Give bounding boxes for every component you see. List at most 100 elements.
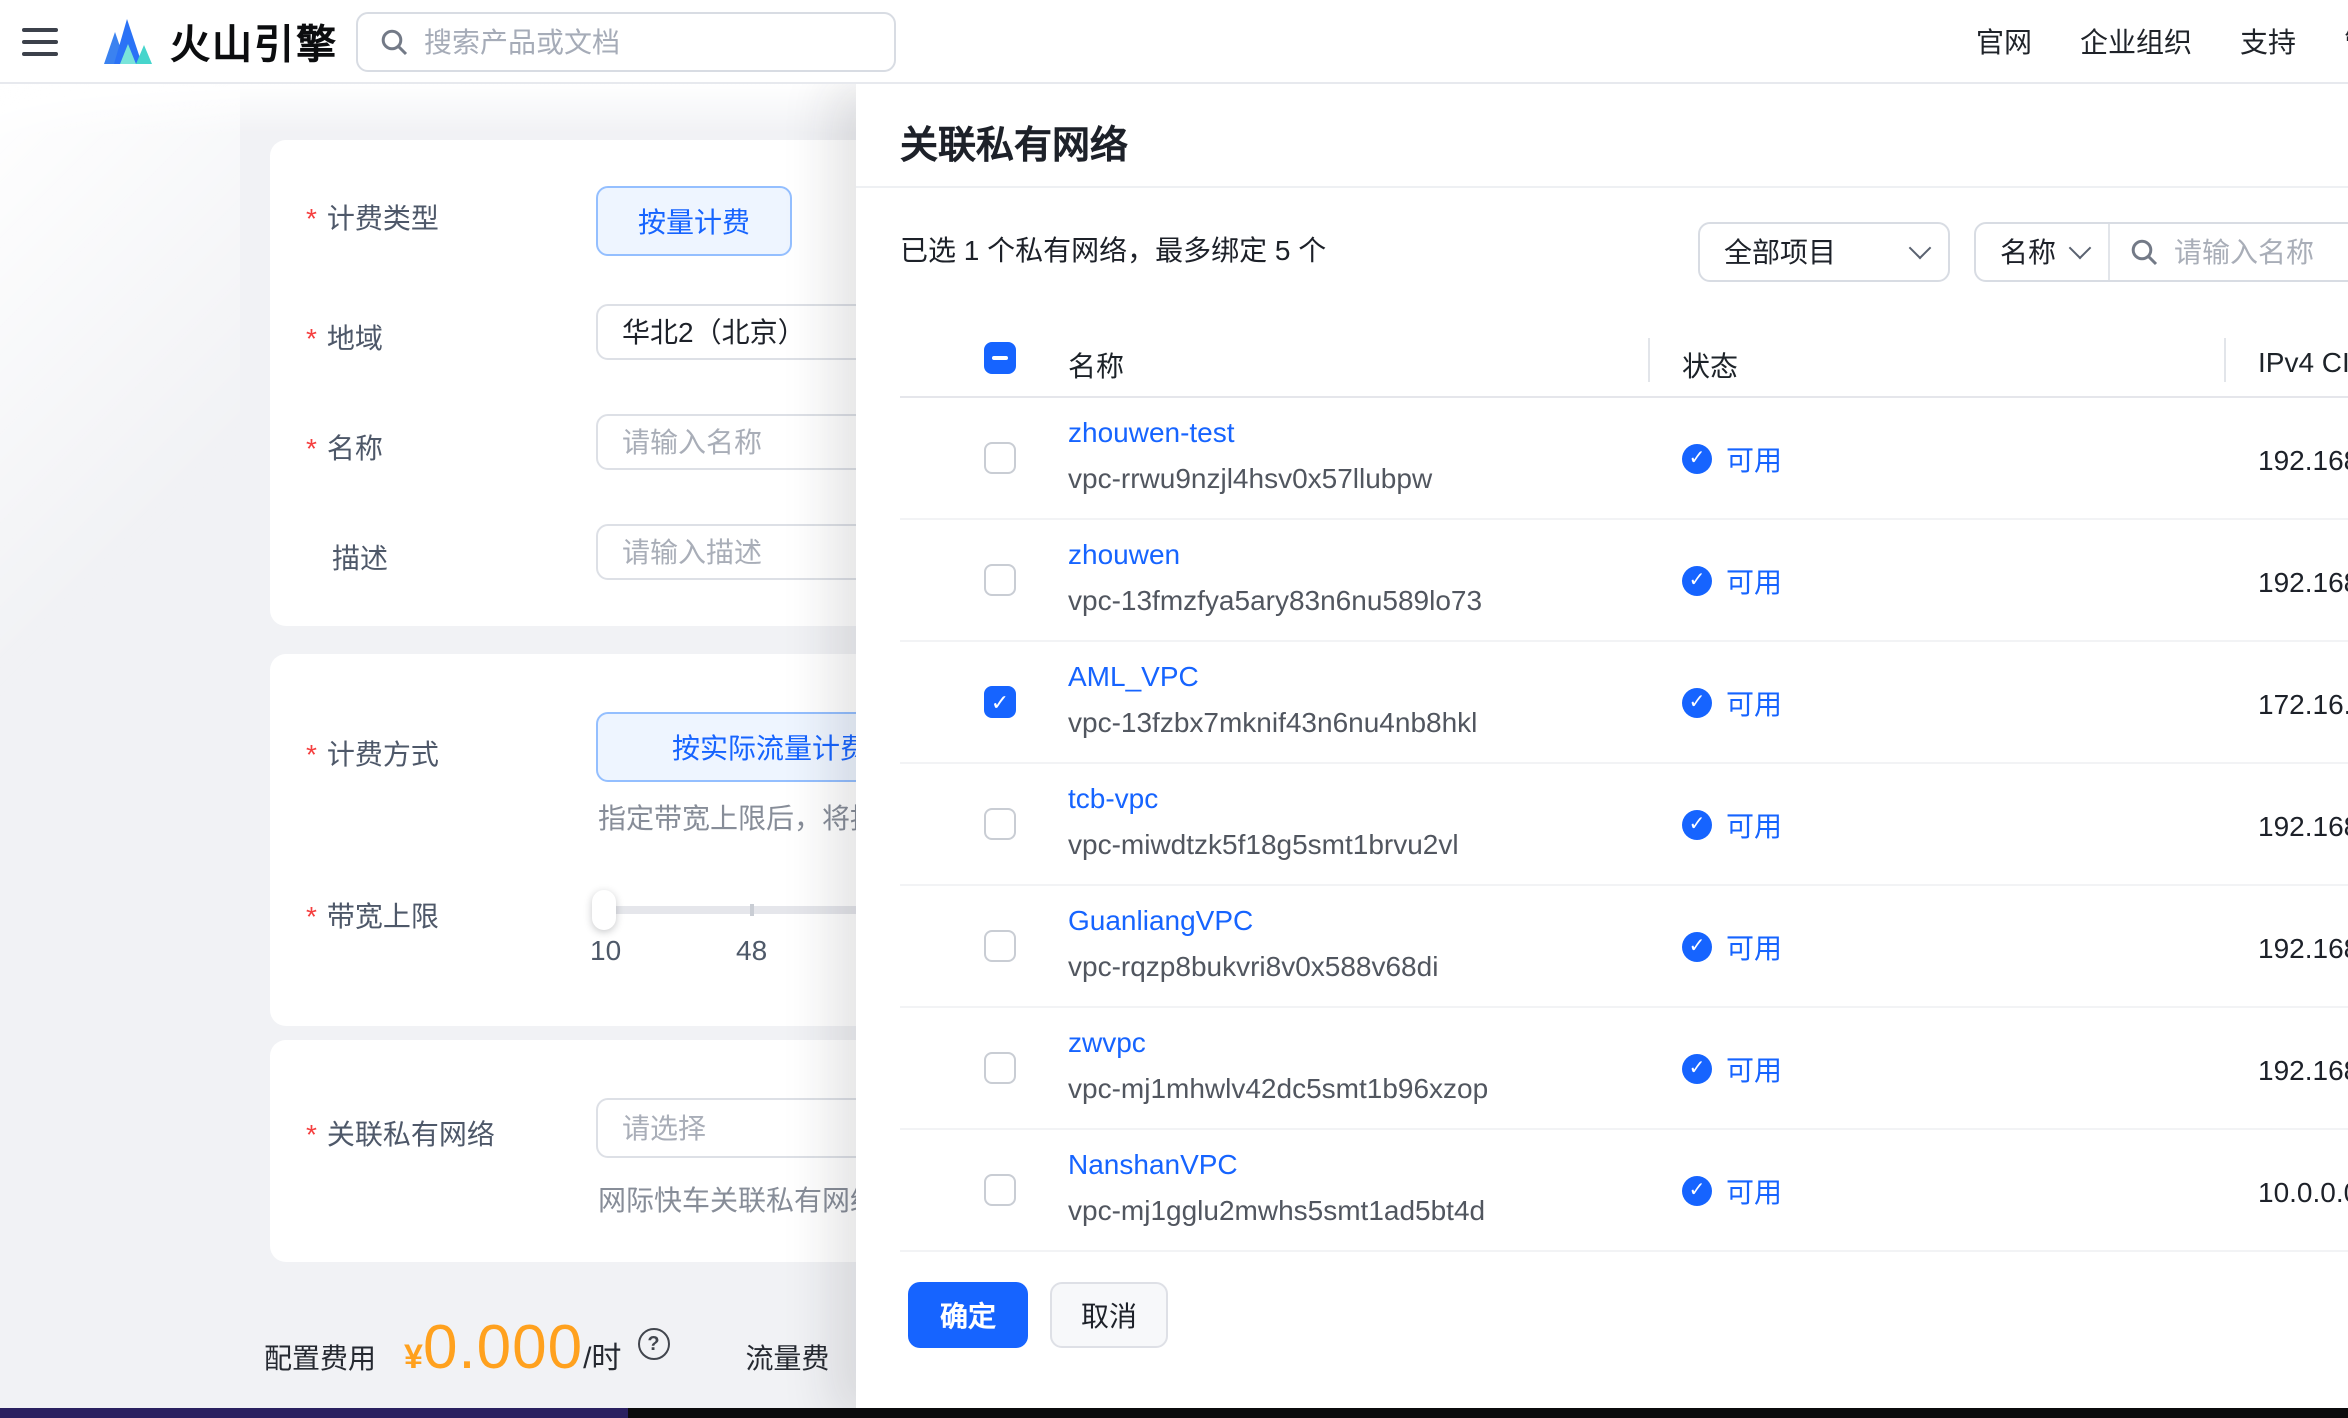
volcengine-logo-icon <box>102 15 154 67</box>
nav-item-support[interactable]: 支持 <box>2240 21 2296 61</box>
row-checkbox[interactable] <box>984 808 1016 840</box>
vpc-name-link[interactable]: zhouwen <box>1068 538 1180 570</box>
column-divider <box>1648 338 1650 382</box>
bottom-strip-accent <box>0 1408 628 1418</box>
fee-amount: 0.000 <box>423 1312 583 1384</box>
status-check-icon: ✓ <box>1682 566 1712 596</box>
bandwidth-slider-handle[interactable] <box>592 890 616 930</box>
fee-label: 配置费用 <box>264 1338 376 1378</box>
table-row: tcb-vpc vpc-miwdtzk5f18g5smt1brvu2vl ✓ 可… <box>856 764 2348 886</box>
brand-logo[interactable]: 火山引擎 <box>102 12 338 70</box>
column-header-name: 名称 <box>1068 346 1124 386</box>
vpc-id: vpc-13fmzfya5ary83n6nu589lo73 <box>1068 584 1482 616</box>
vpc-name-link[interactable]: zhouwen-test <box>1068 416 1235 448</box>
search-placeholder: 搜索产品或文档 <box>424 22 620 62</box>
header-nav: 官网 企业组织 支持 管 <box>1976 21 2348 61</box>
status-check-icon: ✓ <box>1682 810 1712 840</box>
left-gradient <box>0 82 240 722</box>
required-asterisk: * <box>306 1120 317 1148</box>
column-header-status: 状态 <box>1682 346 1738 386</box>
top-header: 火山引擎 搜索产品或文档 官网 企业组织 支持 管 <box>0 0 2348 84</box>
vpc-name-link[interactable]: GuanliangVPC <box>1068 904 1253 936</box>
status-text: 可用 <box>1726 927 1782 967</box>
name-label: * 名称 <box>306 428 383 468</box>
nav-item-org[interactable]: 企业组织 <box>2080 21 2192 61</box>
status-badge: ✓ 可用 <box>1682 1171 1782 1211</box>
required-asterisk: * <box>306 902 317 930</box>
bandwidth-slider[interactable] <box>596 906 896 914</box>
drawer-title: 关联私有网络 <box>900 116 1128 170</box>
billing-type-option[interactable]: 按量计费 <box>596 186 792 256</box>
status-badge: ✓ 可用 <box>1682 805 1782 845</box>
status-text: 可用 <box>1726 1049 1782 1089</box>
bandwidth-min-value: 10 <box>590 934 621 966</box>
traffic-fee-label: 流量费 <box>745 1338 829 1378</box>
status-text: 可用 <box>1726 1171 1782 1211</box>
volcengine-console: 火山引擎 搜索产品或文档 官网 企业组织 支持 管 * 计费类型 按量计费 * … <box>0 0 2348 1418</box>
status-text: 可用 <box>1726 683 1782 723</box>
vpc-id: vpc-rqzp8bukvri8v0x588v68di <box>1068 950 1438 982</box>
required-asterisk: * <box>306 324 317 352</box>
search-field-select[interactable]: 名称 <box>1976 224 2108 280</box>
cancel-button[interactable]: 取消 <box>1050 1282 1168 1348</box>
chevron-down-icon <box>1909 237 1932 260</box>
brand-name: 火山引擎 <box>170 12 338 70</box>
nav-item-partial[interactable]: 管 <box>2344 21 2348 61</box>
selection-summary: 已选 1 个私有网络，最多绑定 5 个 <box>900 230 1326 270</box>
vpc-id: vpc-mj1gglu2mwhs5smt1ad5bt4d <box>1068 1194 1485 1226</box>
table-row: zhouwen vpc-13fmzfya5ary83n6nu589lo73 ✓ … <box>856 520 2348 642</box>
region-label: * 地域 <box>306 318 383 358</box>
table-row: zhouwen-test vpc-rrwu9nzjl4hsv0x57llubpw… <box>856 398 2348 520</box>
status-text: 可用 <box>1726 805 1782 845</box>
required-asterisk: * <box>306 740 317 768</box>
search-icon <box>2130 238 2158 266</box>
vpc-name-link[interactable]: AML_VPC <box>1068 660 1199 692</box>
confirm-button[interactable]: 确定 <box>908 1282 1028 1348</box>
ipv4-cidr: 192.168 <box>2258 565 2348 597</box>
status-text: 可用 <box>1726 439 1782 479</box>
ipv4-cidr: 192.168 <box>2258 931 2348 963</box>
status-badge: ✓ 可用 <box>1682 1049 1782 1089</box>
status-check-icon: ✓ <box>1682 932 1712 962</box>
vpc-name-link[interactable]: tcb-vpc <box>1068 782 1158 814</box>
menu-icon[interactable] <box>22 27 58 55</box>
nav-item-official-site[interactable]: 官网 <box>1976 21 2032 61</box>
bottom-window-strip <box>0 1408 2348 1418</box>
row-divider <box>900 1250 2348 1252</box>
search-group: 名称 请输入名称 <box>1974 222 2348 282</box>
row-checkbox[interactable] <box>984 1174 1016 1206</box>
slider-tick <box>750 904 754 916</box>
vpc-id: vpc-13fzbx7mknif43n6nu4nb8hkl <box>1068 706 1477 738</box>
vpc-name-link[interactable]: NanshanVPC <box>1068 1148 1238 1180</box>
row-checkbox[interactable] <box>984 930 1016 962</box>
status-badge: ✓ 可用 <box>1682 439 1782 479</box>
chevron-down-icon <box>2069 237 2092 260</box>
status-check-icon: ✓ <box>1682 444 1712 474</box>
status-badge: ✓ 可用 <box>1682 683 1782 723</box>
billing-type-label: * 计费类型 <box>306 198 439 238</box>
status-badge: ✓ 可用 <box>1682 927 1782 967</box>
row-checkbox[interactable] <box>984 564 1016 596</box>
ipv4-cidr: 172.16.0 <box>2258 687 2348 719</box>
row-checkbox[interactable] <box>984 442 1016 474</box>
status-badge: ✓ 可用 <box>1682 561 1782 601</box>
row-checkbox[interactable] <box>984 1052 1016 1084</box>
status-text: 可用 <box>1726 561 1782 601</box>
drawer-divider <box>856 186 2348 188</box>
ipv4-cidr: 192.168 <box>2258 443 2348 475</box>
row-checkbox[interactable]: ✓ <box>984 686 1016 718</box>
global-search-input[interactable]: 搜索产品或文档 <box>356 12 896 72</box>
project-filter-select[interactable]: 全部项目 <box>1698 222 1950 282</box>
status-check-icon: ✓ <box>1682 1054 1712 1084</box>
ipv4-cidr: 192.168 <box>2258 1053 2348 1085</box>
status-check-icon: ✓ <box>1682 1176 1712 1206</box>
fee-currency: ¥ <box>404 1338 423 1378</box>
vpc-name-link[interactable]: zwvpc <box>1068 1026 1146 1058</box>
select-all-checkbox[interactable] <box>984 342 1016 374</box>
fee-help-icon[interactable]: ? <box>637 1328 669 1360</box>
column-header-ipv4: IPv4 CI <box>2258 346 2348 378</box>
vpc-search-input[interactable]: 请输入名称 <box>2110 232 2314 272</box>
bandwidth-label: * 带宽上限 <box>306 896 439 936</box>
table-row: zwvpc vpc-mj1mhwlv42dc5smt1b96xzop ✓ 可用 … <box>856 1008 2348 1130</box>
vpc-id: vpc-rrwu9nzjl4hsv0x57llubpw <box>1068 462 1432 494</box>
